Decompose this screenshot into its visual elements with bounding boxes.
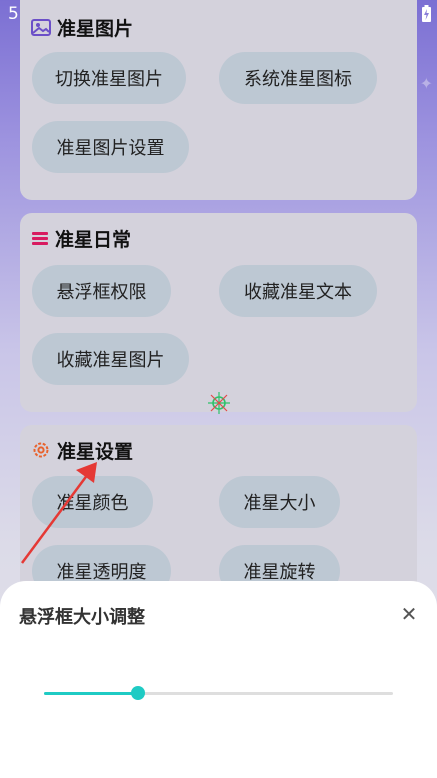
floating-window-permission-button[interactable]: 悬浮框权限 bbox=[32, 265, 171, 317]
switch-crosshair-image-button[interactable]: 切换准星图片 bbox=[32, 52, 186, 104]
resize-bottom-sheet: 悬浮框大小调整 ✕ bbox=[0, 581, 437, 778]
size-slider[interactable] bbox=[44, 686, 393, 700]
section-settings: 准星设置 准星颜色 准星大小 准星透明度 准星旋转 bbox=[20, 425, 417, 597]
section-images-title: 准星图片 bbox=[57, 17, 134, 40]
section-daily-header: 准星日常 bbox=[31, 225, 131, 251]
favorite-crosshair-text-button[interactable]: 收藏准星文本 bbox=[219, 265, 377, 317]
crosshair-size-button[interactable]: 准星大小 bbox=[219, 476, 340, 528]
section-settings-header: 准星设置 bbox=[31, 437, 133, 463]
section-daily: 准星日常 悬浮框权限 收藏准星文本 收藏准星图片 bbox=[20, 213, 417, 412]
list-icon bbox=[32, 232, 48, 245]
image-icon bbox=[31, 19, 51, 36]
close-icon[interactable]: ✕ bbox=[396, 601, 422, 627]
sheet-title: 悬浮框大小调整 bbox=[19, 607, 145, 628]
favorite-crosshair-image-button[interactable]: 收藏准星图片 bbox=[32, 333, 189, 385]
slider-thumb[interactable] bbox=[131, 686, 146, 700]
battery-icon bbox=[422, 5, 431, 22]
crosshair-overlay-icon[interactable] bbox=[207, 391, 231, 415]
section-settings-title: 准星设置 bbox=[57, 440, 134, 463]
section-daily-title: 准星日常 bbox=[55, 228, 132, 251]
crosshair-image-settings-button[interactable]: 准星图片设置 bbox=[32, 121, 189, 173]
section-images: 准星图片 切换准星图片 系统准星图标 准星图片设置 bbox=[20, 0, 417, 200]
system-crosshair-icon-button[interactable]: 系统准星图标 bbox=[219, 52, 377, 104]
crosshair-color-button[interactable]: 准星颜色 bbox=[32, 476, 153, 528]
gear-icon bbox=[33, 442, 49, 458]
section-images-header: 准星图片 bbox=[31, 14, 133, 40]
slider-fill bbox=[44, 692, 139, 695]
star-icon: ✦ bbox=[419, 74, 433, 93]
